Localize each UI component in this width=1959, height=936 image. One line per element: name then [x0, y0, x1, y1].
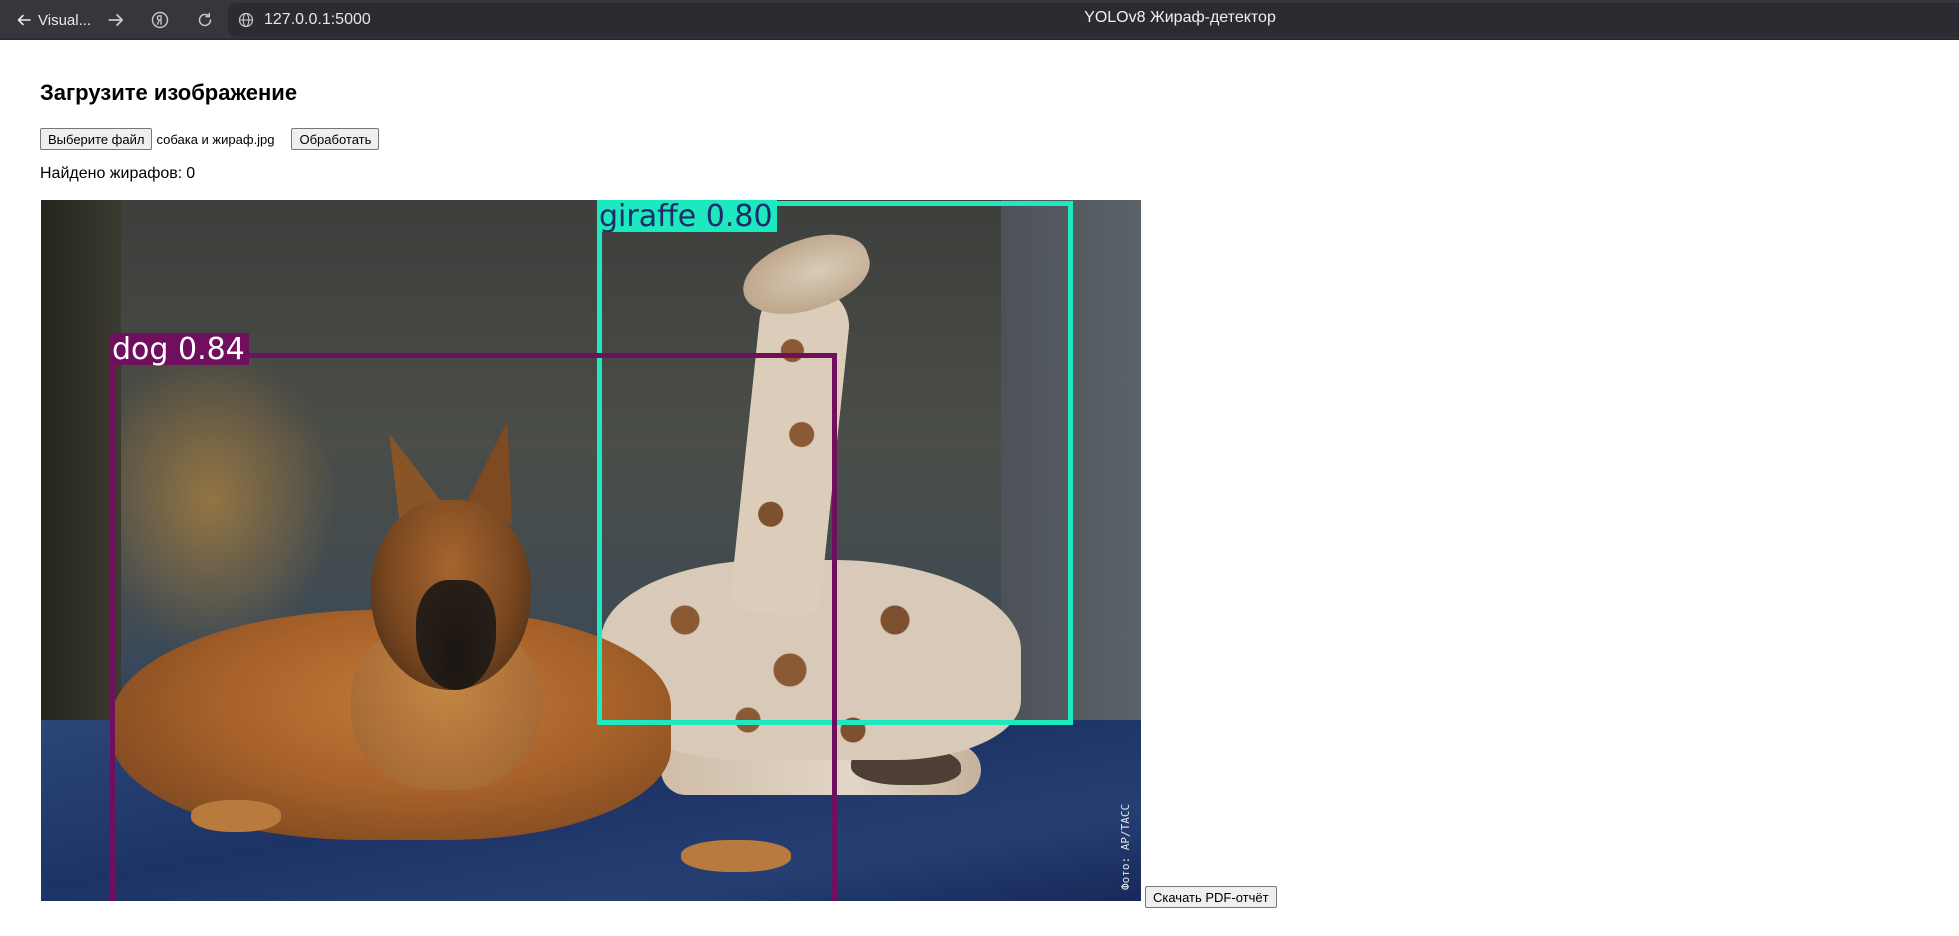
browser-toolbar: Visual... 127.0.0.1:5000 YOLOv8 Жираф-де…: [0, 0, 1959, 40]
giraffe-count-text: Найдено жирафов: 0: [40, 165, 195, 183]
dog-bounding-box: [110, 353, 837, 901]
giraffe-count-value: 0: [186, 165, 196, 182]
upload-form: Выберите файл собака и жираф.jpg Обработ…: [40, 128, 380, 150]
wall-shadow: [41, 200, 121, 720]
window-title: YOLOv8 Жираф-детектор: [1084, 9, 1276, 26]
url-text: 127.0.0.1:5000: [264, 11, 371, 28]
selected-file-name: собака и жираф.jpg: [156, 131, 275, 147]
arrow-right-icon: [108, 14, 124, 26]
yandex-button[interactable]: [148, 8, 172, 32]
reload-button[interactable]: [193, 8, 217, 32]
back-button[interactable]: Visual...: [8, 6, 99, 34]
globe-icon: [238, 12, 254, 28]
back-button-label: Visual...: [38, 11, 92, 29]
choose-file-button[interactable]: Выберите файл: [40, 128, 153, 150]
arrow-left-icon: [17, 14, 31, 26]
giraffe-detection-label: giraffe 0.80: [597, 200, 777, 232]
yandex-icon: [151, 11, 169, 29]
download-pdf-button[interactable]: Скачать PDF-отчёт: [1145, 886, 1277, 908]
page-heading: Загрузите изображение: [40, 80, 298, 105]
giraffe-count-label: Найдено жирафов:: [40, 165, 183, 182]
dog-detection-label: dog 0.84: [110, 333, 249, 365]
process-button[interactable]: Обработать: [291, 128, 380, 150]
photo-credit: Фото: AP/ТАСС: [1119, 803, 1132, 890]
reload-icon: [198, 12, 212, 27]
forward-button[interactable]: [104, 8, 128, 32]
detection-result-image: giraffe 0.80 dog 0.84 Фото: AP/ТАСС: [41, 200, 1141, 901]
